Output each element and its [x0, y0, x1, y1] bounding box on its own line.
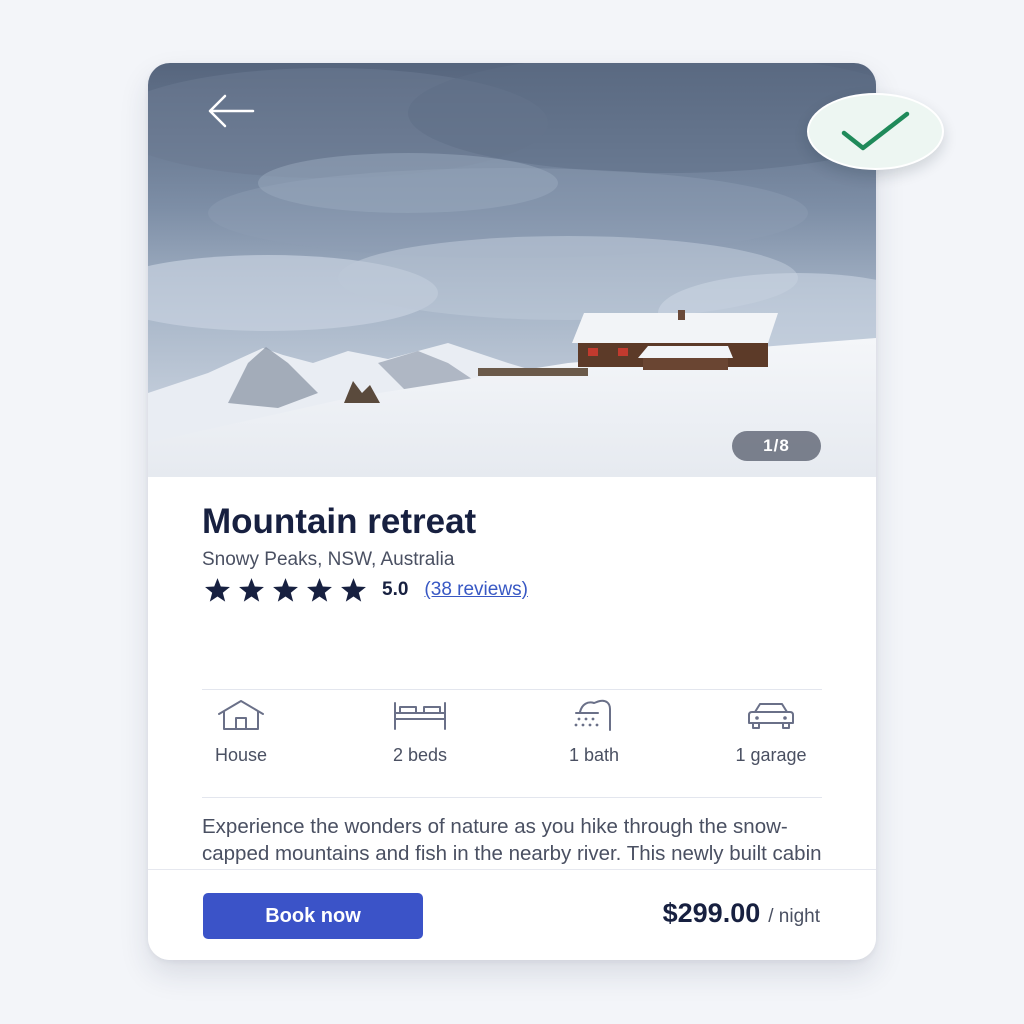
house-icon — [218, 700, 264, 730]
checkmark-icon — [841, 111, 909, 150]
divider — [202, 689, 822, 690]
star-icon — [239, 578, 264, 602]
image-counter: 1/8 — [732, 431, 821, 461]
price-block: $299.00 / night — [663, 898, 820, 929]
car-icon — [748, 703, 794, 729]
star-rating — [202, 577, 369, 603]
back-button[interactable] — [204, 93, 256, 129]
rating-value: 5.0 — [382, 579, 409, 600]
reviews-link[interactable]: (38 reviews) — [424, 579, 527, 601]
success-badge — [807, 93, 944, 170]
rating-row: 5.0 (38 reviews) — [202, 577, 528, 603]
hero-photo — [148, 63, 876, 477]
listing-card: 1/8 Mountain retreat Snowy Peaks, NSW, A… — [148, 63, 876, 960]
listing-location: Snowy Peaks, NSW, Australia — [202, 549, 455, 570]
star-icon — [205, 578, 230, 602]
price-value: $299.00 — [662, 898, 761, 928]
bed-icon — [394, 702, 446, 730]
book-now-button[interactable]: Book now — [203, 893, 423, 939]
feature-garage: 1 garage — [720, 699, 822, 766]
hero-image[interactable]: 1/8 — [148, 63, 876, 477]
arrow-left-icon — [208, 94, 255, 128]
feature-label: House — [214, 745, 268, 765]
shower-icon — [574, 699, 611, 731]
feature-label: 2 beds — [392, 745, 448, 765]
star-icon — [273, 578, 298, 602]
feature-label: 1 garage — [735, 745, 807, 765]
star-icon — [307, 578, 332, 602]
price-unit: / night — [768, 906, 820, 927]
listing-title: Mountain retreat — [202, 502, 477, 541]
booking-footer: Book now $299.00 / night — [148, 869, 876, 960]
feature-bath: 1 bath — [554, 699, 634, 766]
feature-label: 1 bath — [568, 745, 620, 765]
divider — [202, 797, 822, 798]
feature-house: House — [202, 699, 280, 766]
feature-beds: 2 beds — [374, 699, 466, 766]
star-icon — [341, 578, 366, 602]
